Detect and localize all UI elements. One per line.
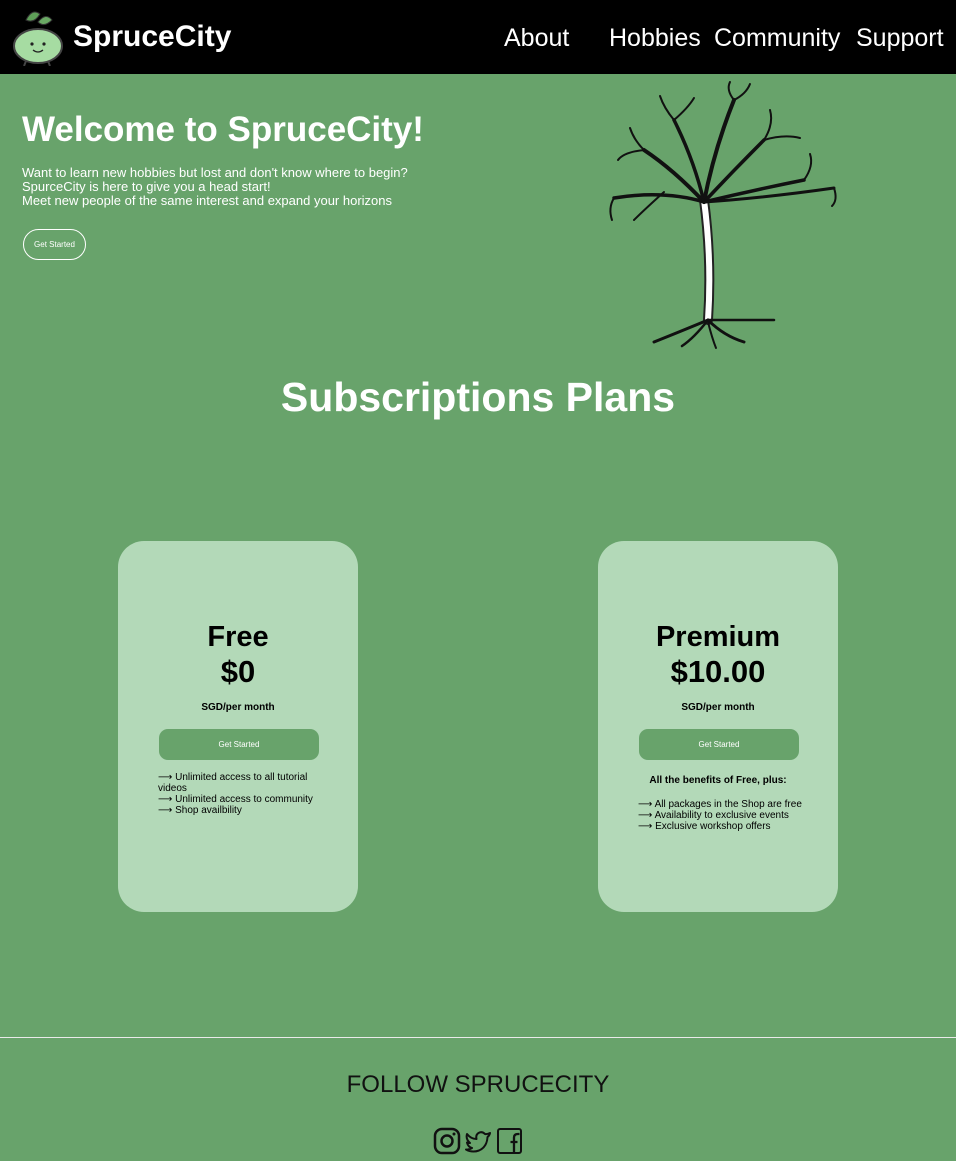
plan-card-free: Free $0 SGD/per month Get Started ⟶ Unli…	[118, 541, 358, 912]
plan-feature: ⟶ Shop availbility	[158, 805, 242, 816]
nav-link-community[interactable]: Community	[714, 24, 840, 53]
plan-feature-list: ⟶ Unlimited access to all tutorial video…	[158, 772, 328, 816]
hero-line: SpurceCity is here to give you a head st…	[22, 179, 271, 194]
hero-line: Want to learn new hobbies but lost and d…	[22, 165, 408, 180]
plan-feature: ⟶ All packages in the Shop are free	[638, 799, 802, 810]
bean-logo-icon[interactable]	[12, 6, 66, 66]
plans-section-title: Subscriptions Plans	[280, 374, 676, 420]
plan-name: Premium	[655, 621, 781, 653]
plan-price: $0	[220, 654, 256, 689]
plan-name: Free	[207, 621, 269, 653]
tree-illustration	[609, 81, 837, 349]
facebook-icon[interactable]	[496, 1127, 524, 1155]
plan-premium-get-started-button[interactable]: Get Started	[639, 729, 799, 760]
nav-link-support[interactable]: Support	[856, 24, 944, 53]
hero-line: Meet new people of the same interest and…	[22, 193, 393, 208]
plan-free-get-started-button[interactable]: Get Started	[159, 729, 319, 760]
plan-price: $10.00	[670, 654, 766, 689]
instagram-icon[interactable]	[433, 1127, 461, 1155]
hero-get-started-button[interactable]: Get Started	[23, 229, 86, 260]
top-navbar: SpruceCity About Hobbies Community Suppo…	[0, 0, 956, 74]
plan-period: SGD/per month	[201, 702, 275, 713]
plan-feature: ⟶ Availability to exclusive events	[638, 810, 789, 821]
plan-feature: ⟶ Exclusive workshop offers	[638, 821, 771, 832]
nav-link-hobbies[interactable]: Hobbies	[609, 24, 701, 53]
plan-benefits-heading: All the benefits of Free, plus:	[649, 775, 787, 786]
plan-feature-list: ⟶ All packages in the Shop are free ⟶ Av…	[638, 799, 808, 832]
brand-name[interactable]: SpruceCity	[73, 20, 231, 54]
plan-feature: ⟶ Unlimited access to community	[158, 794, 313, 805]
plan-period: SGD/per month	[681, 702, 755, 713]
plan-card-premium: Premium $10.00 SGD/per month Get Started…	[598, 541, 838, 912]
hero-title: Welcome to SpruceCity!	[22, 110, 424, 149]
plan-feature: ⟶ Unlimited access to all tutorial video…	[158, 772, 308, 794]
twitter-icon[interactable]	[464, 1127, 492, 1155]
footer-divider	[0, 1037, 956, 1038]
footer-follow-heading: FOLLOW SPRUCECITY	[346, 1071, 610, 1098]
nav-link-about[interactable]: About	[504, 24, 569, 53]
